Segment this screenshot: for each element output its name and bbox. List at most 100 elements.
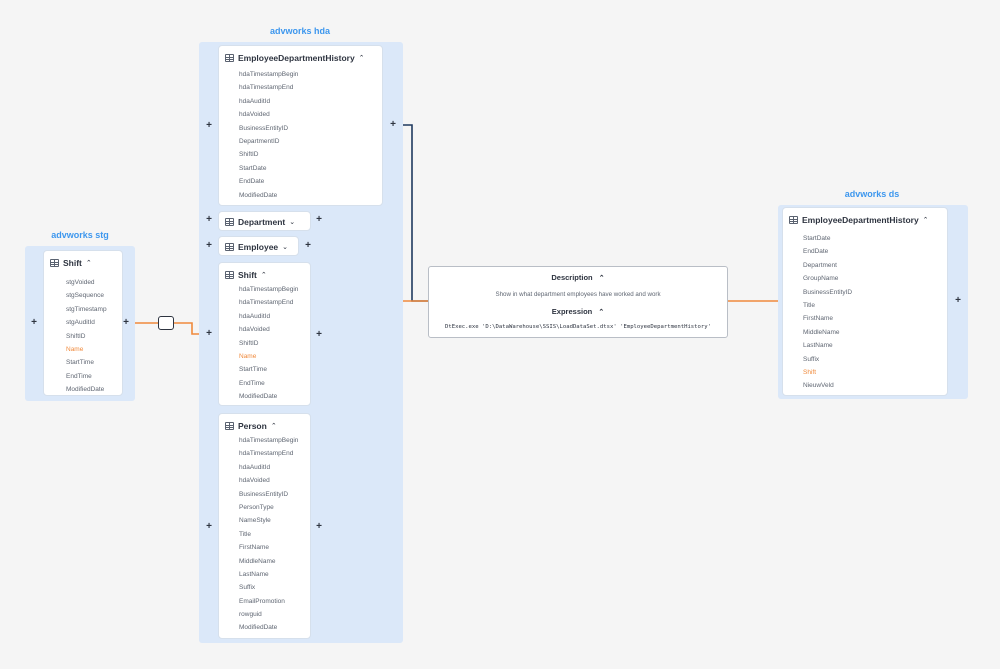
- chevron-down-icon[interactable]: ⌄: [289, 218, 295, 226]
- field-item[interactable]: EndDate: [239, 175, 298, 188]
- field-item[interactable]: Shift: [803, 366, 852, 379]
- field-item[interactable]: StartTime: [239, 363, 298, 376]
- field-item[interactable]: EndDate: [803, 245, 852, 258]
- field-item[interactable]: rowguid: [239, 608, 298, 621]
- table-header[interactable]: Department ⌄: [225, 216, 295, 228]
- lineage-canvas: advworks stg Shift ⌃ stgVoided stgSequenc…: [0, 0, 1000, 669]
- field-item[interactable]: BusinessEntityID: [803, 286, 852, 299]
- field-item[interactable]: hdaAuditId: [239, 95, 298, 108]
- field-item[interactable]: stgAuditId: [66, 316, 107, 329]
- field-item[interactable]: hdaTimestampBegin: [239, 283, 298, 296]
- field-item[interactable]: hdaVoided: [239, 323, 298, 336]
- plus-icon[interactable]: +: [314, 215, 324, 225]
- field-item[interactable]: DepartmentID: [239, 135, 298, 148]
- plus-icon[interactable]: +: [314, 522, 324, 532]
- table-card-stg-shift[interactable]: Shift ⌃ stgVoided stgSequence stgTimestamp…: [43, 250, 123, 396]
- field-item[interactable]: hdaVoided: [239, 108, 298, 121]
- table-card-hda-department[interactable]: Department ⌄: [218, 211, 311, 231]
- table-header[interactable]: EmployeeDepartmentHistory ⌃: [789, 214, 929, 226]
- plus-icon[interactable]: +: [303, 241, 313, 251]
- plus-icon[interactable]: +: [204, 522, 214, 532]
- field-list: StartDate EndDate Department GroupName Busin…: [803, 232, 852, 393]
- field-item[interactable]: hdaAuditId: [239, 461, 298, 474]
- field-item[interactable]: Title: [239, 528, 298, 541]
- table-icon: [225, 271, 234, 279]
- plus-icon[interactable]: +: [204, 329, 214, 339]
- field-item[interactable]: hdaTimestampEnd: [239, 447, 298, 460]
- field-item[interactable]: MiddleName: [239, 555, 298, 568]
- table-card-hda-shift[interactable]: Shift ⌃ hdaTimestampBegin hdaTimestampEnd…: [218, 262, 311, 406]
- field-item[interactable]: StartTime: [66, 356, 107, 369]
- field-item[interactable]: FirstName: [239, 541, 298, 554]
- plus-icon[interactable]: +: [388, 120, 398, 130]
- field-item[interactable]: GroupName: [803, 272, 852, 285]
- table-header[interactable]: EmployeeDepartmentHistory ⌃: [225, 52, 365, 64]
- table-card-hda-edh[interactable]: EmployeeDepartmentHistory ⌃ hdaTimestamp…: [218, 45, 383, 206]
- plus-icon[interactable]: +: [121, 318, 131, 328]
- field-item[interactable]: Name: [239, 350, 298, 363]
- plus-icon[interactable]: +: [314, 330, 324, 340]
- field-item[interactable]: Suffix: [239, 581, 298, 594]
- chevron-up-icon[interactable]: ⌃: [271, 422, 277, 430]
- field-item[interactable]: stgTimestamp: [66, 303, 107, 316]
- field-item[interactable]: Department: [803, 259, 852, 272]
- field-item[interactable]: hdaTimestampEnd: [239, 81, 298, 94]
- field-item[interactable]: BusinessEntityID: [239, 488, 298, 501]
- chevron-down-icon[interactable]: ⌄: [282, 243, 288, 251]
- chevron-up-icon[interactable]: ⌃: [598, 309, 604, 316]
- field-list: hdaTimestampBegin hdaTimestampEnd hdaAudit…: [239, 283, 298, 404]
- field-item[interactable]: BusinessEntityID: [239, 122, 298, 135]
- field-item[interactable]: MiddleName: [803, 326, 852, 339]
- chevron-up-icon[interactable]: ⌃: [86, 259, 92, 267]
- field-item[interactable]: ShiftID: [239, 148, 298, 161]
- field-item[interactable]: FirstName: [803, 312, 852, 325]
- field-item[interactable]: EndTime: [239, 377, 298, 390]
- field-item[interactable]: hdaVoided: [239, 474, 298, 487]
- process-node[interactable]: Description ⌃ Show in what department em…: [428, 266, 728, 338]
- table-header[interactable]: Person ⌃: [225, 420, 277, 432]
- field-item[interactable]: ModifiedDate: [66, 383, 107, 396]
- field-item[interactable]: LastName: [803, 339, 852, 352]
- field-item[interactable]: ModifiedDate: [239, 189, 298, 202]
- field-item[interactable]: hdaTimestampBegin: [239, 434, 298, 447]
- chevron-up-icon[interactable]: ⌃: [261, 271, 267, 279]
- chevron-up-icon[interactable]: ⌃: [923, 216, 929, 224]
- plus-icon[interactable]: +: [204, 241, 214, 251]
- field-item[interactable]: hdaTimestampEnd: [239, 296, 298, 309]
- plus-icon[interactable]: +: [29, 318, 39, 328]
- field-item[interactable]: stgSequence: [66, 289, 107, 302]
- table-card-ds-edh[interactable]: EmployeeDepartmentHistory ⌃ StartDate End…: [782, 207, 948, 396]
- field-item[interactable]: stgVoided: [66, 276, 107, 289]
- field-item[interactable]: ShiftID: [66, 330, 107, 343]
- plus-icon[interactable]: +: [204, 121, 214, 131]
- description-header[interactable]: Description ⌃: [429, 273, 727, 282]
- plus-icon[interactable]: +: [953, 296, 963, 306]
- field-item[interactable]: PersonType: [239, 501, 298, 514]
- plus-icon[interactable]: +: [204, 215, 214, 225]
- junction-node[interactable]: [158, 316, 174, 330]
- expression-header[interactable]: Expression ⌃: [429, 307, 727, 316]
- field-item[interactable]: ModifiedDate: [239, 621, 298, 634]
- field-item[interactable]: EmailPromotion: [239, 595, 298, 608]
- field-item[interactable]: LastName: [239, 568, 298, 581]
- field-item[interactable]: EndTime: [66, 370, 107, 383]
- field-item[interactable]: StartDate: [239, 162, 298, 175]
- table-card-hda-employee[interactable]: Employee ⌄: [218, 236, 299, 256]
- field-item[interactable]: Suffix: [803, 353, 852, 366]
- field-item[interactable]: NieuwVeld: [803, 379, 852, 392]
- field-item[interactable]: StartDate: [803, 232, 852, 245]
- field-item[interactable]: Name: [66, 343, 107, 356]
- table-header[interactable]: Shift ⌃: [225, 269, 267, 281]
- field-item[interactable]: ShiftID: [239, 337, 298, 350]
- field-item[interactable]: hdaTimestampBegin: [239, 68, 298, 81]
- expression-code: DtExec.exe 'D:\DataWarehouse\SSIS\LoadDa…: [444, 324, 712, 330]
- chevron-up-icon[interactable]: ⌃: [359, 54, 365, 62]
- field-item[interactable]: Title: [803, 299, 852, 312]
- field-item[interactable]: hdaAuditId: [239, 310, 298, 323]
- field-item[interactable]: NameStyle: [239, 514, 298, 527]
- table-card-hda-person[interactable]: Person ⌃ hdaTimestampBegin hdaTimestampEn…: [218, 413, 311, 639]
- field-item[interactable]: ModifiedDate: [239, 390, 298, 403]
- table-header[interactable]: Employee ⌄: [225, 241, 288, 253]
- chevron-up-icon[interactable]: ⌃: [599, 275, 605, 282]
- table-header[interactable]: Shift ⌃: [50, 257, 92, 269]
